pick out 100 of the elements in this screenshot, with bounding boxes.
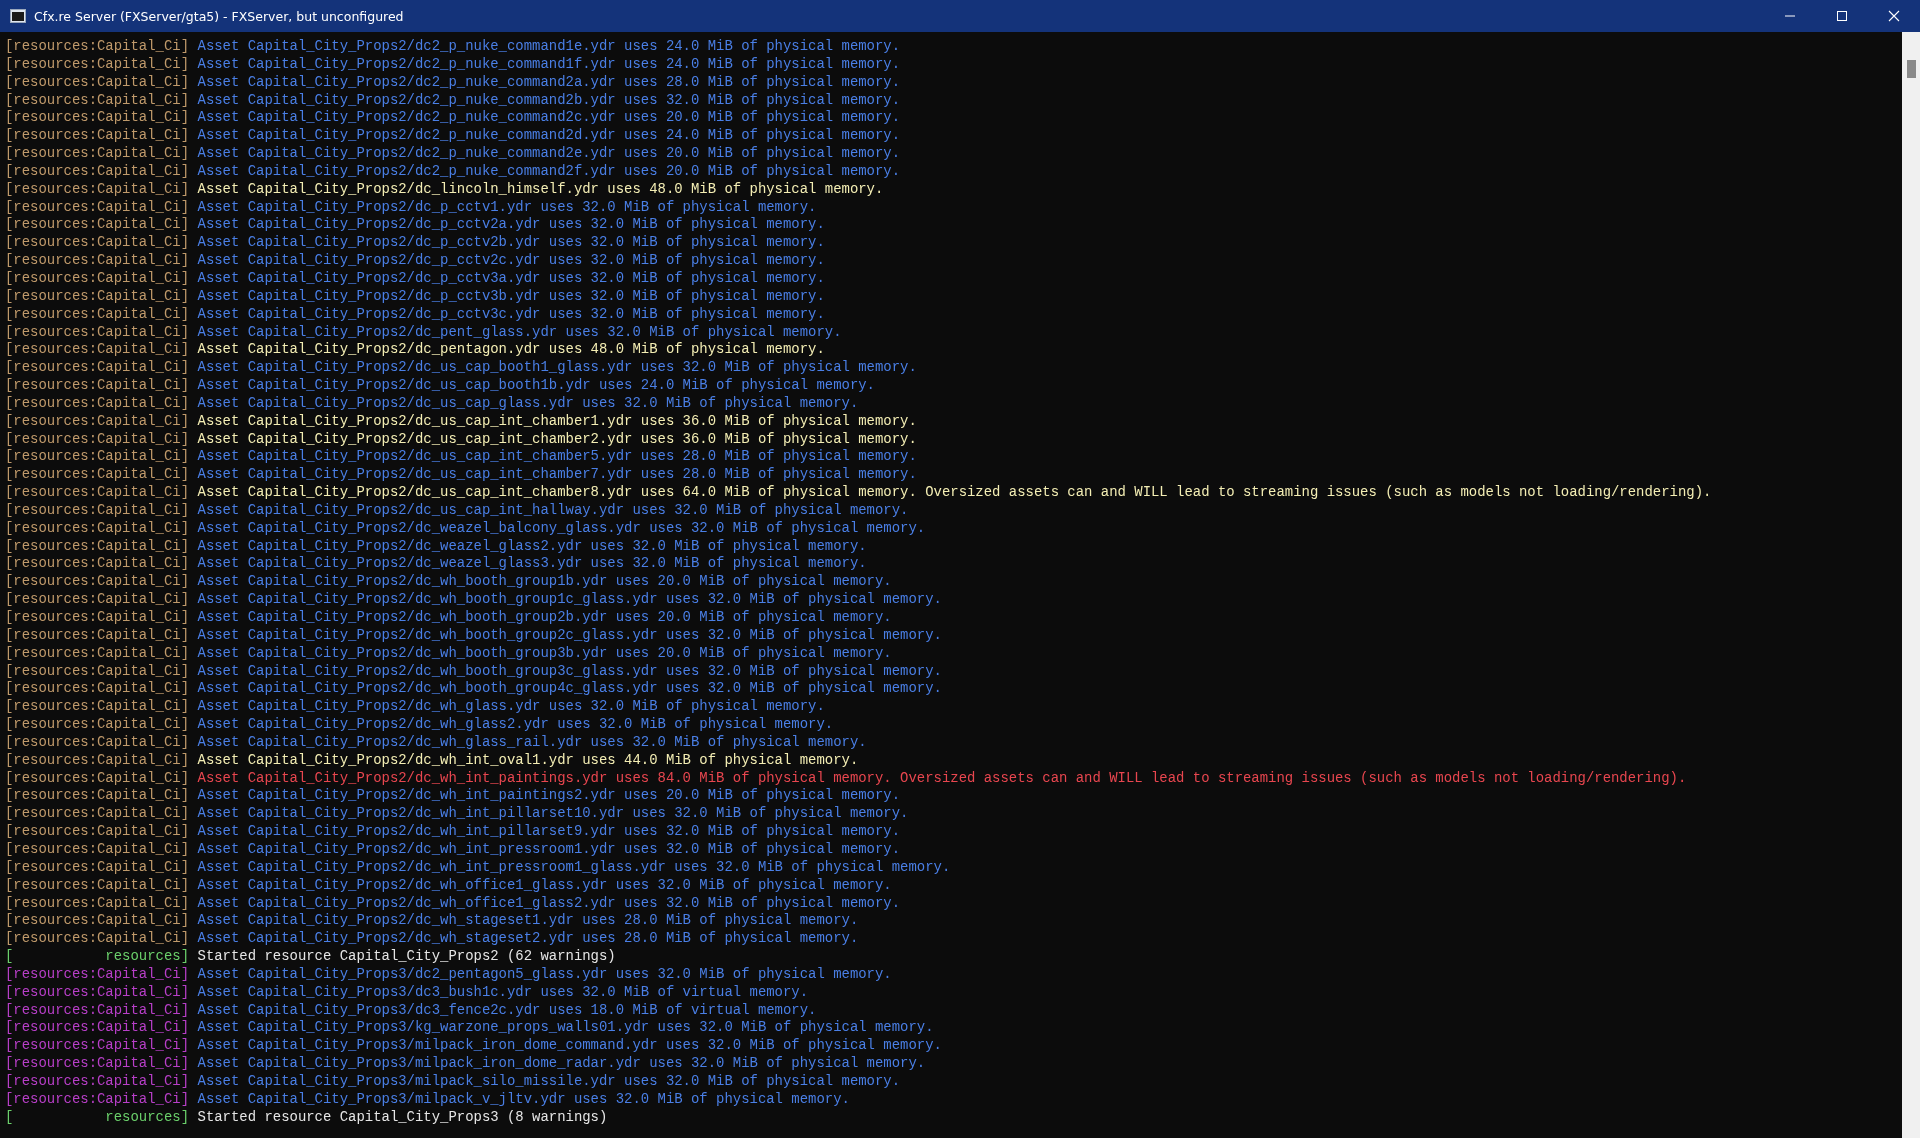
log-message: Asset Capital_City_Props2/dc_weazel_glass2.ydr uses 32.0 MiB of physical memory. (197, 537, 867, 556)
log-source: [resources:Capital_Ci] (5, 573, 189, 592)
log-source: [resources:Capital_Ci] (5, 323, 189, 342)
log-source: [resources:Capital_Ci] (5, 198, 189, 217)
log-message: Asset Capital_City_Props3/dc3_fence2c.ydr uses 18.0 MiB of virtual memory. (197, 1001, 817, 1020)
log-message: Asset Capital_City_Props2/dc_wh_booth_group2c_glass.ydr uses 32.0 MiB of physical memory. (197, 626, 942, 645)
log-source: [resources:Capital_Ci] (5, 127, 189, 146)
log-message: Asset Capital_City_Props2/dc_wh_office1_glass.ydr uses 32.0 MiB of physical memory. (197, 876, 892, 895)
log-message: Asset Capital_City_Props2/dc_wh_int_pillarset9.ydr uses 32.0 MiB of physical memory. (197, 823, 901, 841)
log-message: Asset Capital_City_Props2/dc_us_cap_glass.ydr uses 32.0 MiB of physical memory. (197, 394, 859, 413)
log-message: Asset Capital_City_Props3/milpack_iron_dome_radar.ydr uses 32.0 MiB of physical memory. (197, 1055, 926, 1073)
log-message: Asset Capital_City_Props2/dc_lincoln_himself.ydr uses 48.0 MiB of physical memory. (197, 180, 884, 199)
log-message: Asset Capital_City_Props2/dc2_p_nuke_command2a.ydr uses 28.0 MiB of physical memory. (197, 73, 901, 92)
log-source: [resources:Capital_Ci] (5, 680, 189, 699)
log-message: Asset Capital_City_Props2/dc_p_cctv1.ydr uses 32.0 MiB of physical memory. (197, 198, 817, 217)
log-source: [resources:Capital_Ci] (5, 662, 189, 681)
log-source: [resources:Capital_Ci] (5, 698, 189, 717)
log-message: Asset Capital_City_Props2/dc_wh_int_oval1.ydr uses 44.0 MiB of physical memory. (197, 751, 859, 770)
log-source: [resources:Capital_Ci] (5, 430, 189, 449)
log-source: [resources:Capital_Ci] (5, 1055, 189, 1073)
log-source: [resources:Capital_Ci] (5, 983, 189, 1002)
log-source: [resources:Capital_Ci] (5, 858, 189, 877)
log-message: Asset Capital_City_Props2/dc_p_cctv2b.ydr uses 32.0 MiB of physical memory. (197, 234, 825, 253)
log-source: [resources:Capital_Ci] (5, 484, 189, 502)
log-message: Asset Capital_City_Props2/dc_wh_booth_group2b.ydr uses 20.0 MiB of physical memory. (197, 609, 892, 627)
log-message: Asset Capital_City_Props2/dc_weazel_balcony_glass.ydr uses 32.0 MiB of physical memory. (197, 519, 926, 538)
log-message: Asset Capital_City_Props2/dc_wh_booth_group1c_glass.ydr uses 32.0 MiB of physical memory. (197, 591, 942, 609)
log-message: Asset Capital_City_Props2/dc_wh_int_paintings2.ydr uses 20.0 MiB of physical memory. (197, 787, 901, 806)
log-message: Asset Capital_City_Props2/dc_wh_booth_group3b.ydr uses 20.0 MiB of physical memory. (197, 644, 892, 663)
log-source: [resources:Capital_Ci] (5, 1090, 189, 1109)
log-source: [resources:Capital_Ci] (5, 609, 189, 627)
log-message: Asset Capital_City_Props2/dc2_p_nuke_command2e.ydr uses 20.0 MiB of physical memory. (197, 145, 901, 163)
log-source: [resources:Capital_Ci] (5, 1019, 189, 1038)
log-source: [resources:Capital_Ci] (5, 287, 189, 306)
log-message: Asset Capital_City_Props3/dc3_bush1c.ydr uses 32.0 MiB of virtual memory. (197, 983, 809, 1002)
log-message: Asset Capital_City_Props3/milpack_silo_missile.ydr uses 32.0 MiB of physical memory. (197, 1072, 901, 1091)
close-icon (1888, 10, 1900, 22)
scrollbar-thumb[interactable] (1906, 60, 1916, 78)
log-message: Asset Capital_City_Props3/kg_warzone_props_walls01.ydr uses 32.0 MiB of physical memory. (197, 1019, 934, 1038)
log-source: [resources:Capital_Ci] (5, 145, 189, 163)
log-message: Asset Capital_City_Props2/dc_us_cap_int_chamber5.ydr uses 28.0 MiB of physical memory. (197, 448, 917, 467)
log-message: Asset Capital_City_Props2/dc_us_cap_booth1_glass.ydr uses 32.0 MiB of physical memory. (197, 359, 917, 378)
log-source: [resources:Capital_Ci] (5, 751, 189, 770)
log-message: Asset Capital_City_Props2/dc_us_cap_int_hallway.ydr uses 32.0 MiB of physical memory. (197, 501, 909, 520)
log-source: [resources:Capital_Ci] (5, 894, 189, 913)
log-message: Asset Capital_City_Props2/dc_pentagon.ydr uses 48.0 MiB of physical memory. (197, 341, 825, 360)
log-message: Asset Capital_City_Props2/dc_wh_office1_glass2.ydr uses 32.0 MiB of physical memory. (197, 894, 901, 913)
log-source: [resources:Capital_Ci] (5, 965, 189, 984)
log-source: [resources:Capital_Ci] (5, 1037, 189, 1056)
log-message: Asset Capital_City_Props2/dc_p_cctv3b.ydr uses 32.0 MiB of physical memory. (197, 287, 825, 306)
log-message: Asset Capital_City_Props2/dc_wh_booth_group4c_glass.ydr uses 32.0 MiB of physical memory. (197, 680, 942, 699)
log-message: Asset Capital_City_Props2/dc_p_cctv2a.ydr uses 32.0 MiB of physical memory. (197, 216, 825, 235)
log-message: Asset Capital_City_Props2/dc_weazel_glass3.ydr uses 32.0 MiB of physical memory. (197, 555, 867, 574)
log-source: [resources:Capital_Ci] (5, 359, 189, 378)
log-source: [resources:Capital_Ci] (5, 448, 189, 467)
log-message: Asset Capital_City_Props2/dc_wh_glass.ydr uses 32.0 MiB of physical memory. (197, 698, 825, 717)
log-message: Started resource Capital_City_Props3 (8 warnings) (197, 1108, 608, 1127)
maximize-icon (1836, 10, 1848, 22)
log-source: [resources:Capital_Ci] (5, 519, 189, 538)
log-source: [resources:Capital_Ci] (5, 716, 189, 734)
log-source: [resources:Capital_Ci] (5, 38, 189, 56)
log-message: Asset Capital_City_Props2/dc_wh_int_paintings.ydr uses 84.0 MiB of physical memory. Oversized assets can and WILL lead to streaming issues (such as models not loading/rendering). (197, 769, 1687, 788)
log-source: [resources:Capital_Ci] (5, 787, 189, 806)
log-source: [resources:Capital_Ci] (5, 394, 189, 413)
log-message: Asset Capital_City_Props2/dc_wh_glass_rail.ydr uses 32.0 MiB of physical memory. (197, 733, 867, 752)
log-source: [resources:Capital_Ci] (5, 805, 189, 824)
log-source: [resources:Capital_Ci] (5, 412, 189, 431)
log-source: [resources:Capital_Ci] (5, 876, 189, 895)
log-message: Started resource Capital_City_Props2 (62 warnings) (197, 948, 616, 966)
log-source: [resources:Capital_Ci] (5, 91, 189, 110)
log-message: Asset Capital_City_Props2/dc_p_cctv3c.ydr uses 32.0 MiB of physical memory. (197, 305, 825, 324)
log-message: Asset Capital_City_Props2/dc2_p_nuke_command2f.ydr uses 20.0 MiB of physical memory. (197, 162, 901, 181)
log-source: [resources:Capital_Ci] (5, 912, 189, 931)
log-source: [resources:Capital_Ci] (5, 73, 189, 92)
log-source: [resources:Capital_Ci] (5, 252, 189, 270)
log-message: Asset Capital_City_Props2/dc2_p_nuke_command2c.ydr uses 20.0 MiB of physical memory. (197, 109, 901, 128)
log-message: Asset Capital_City_Props2/dc_us_cap_int_chamber7.ydr uses 28.0 MiB of physical memory. (197, 466, 917, 485)
log-source: [resources:Capital_Ci] (5, 930, 189, 949)
log-message: Asset Capital_City_Props2/dc_wh_stageset2.ydr uses 28.0 MiB of physical memory. (197, 930, 859, 949)
log-source: [resources:Capital_Ci] (5, 341, 189, 360)
log-source: [resources:Capital_Ci] (5, 55, 189, 74)
log-source: [resources:Capital_Ci] (5, 823, 189, 841)
log-source: [resources:Capital_Ci] (5, 769, 189, 788)
log-message: Asset Capital_City_Props2/dc_wh_stageset1.ydr uses 28.0 MiB of physical memory. (197, 912, 859, 931)
log-message: Asset Capital_City_Props2/dc_us_cap_int_chamber2.ydr uses 36.0 MiB of physical memory. (197, 430, 917, 449)
log-message: Asset Capital_City_Props2/dc_us_cap_booth1b.ydr uses 24.0 MiB of physical memory. (197, 377, 875, 395)
log-message: Asset Capital_City_Props2/dc_wh_int_pressroom1_glass.ydr uses 32.0 MiB of physical memory. (197, 858, 951, 877)
log-source: [ resources] (5, 948, 189, 966)
log-message: Asset Capital_City_Props3/dc2_pentagon5_glass.ydr uses 32.0 MiB of physical memory. (197, 965, 892, 984)
log-source: [resources:Capital_Ci] (5, 1001, 189, 1020)
log-message: Asset Capital_City_Props2/dc2_p_nuke_command2d.ydr uses 24.0 MiB of physical memory. (197, 127, 901, 146)
log-message: Asset Capital_City_Props2/dc_p_cctv2c.ydr uses 32.0 MiB of physical memory. (197, 252, 825, 270)
log-message: Asset Capital_City_Props3/milpack_v_jltv.ydr uses 32.0 MiB of physical memory. (197, 1090, 850, 1109)
log-source: [resources:Capital_Ci] (5, 644, 189, 663)
log-message: Asset Capital_City_Props2/dc_wh_int_pressroom1.ydr uses 32.0 MiB of physical memory. (197, 840, 901, 859)
log-message: Asset Capital_City_Props2/dc_p_cctv3a.ydr uses 32.0 MiB of physical memory. (197, 269, 825, 288)
log-message: Asset Capital_City_Props2/dc_wh_glass2.ydr uses 32.0 MiB of physical memory. (197, 716, 834, 734)
log-message: Asset Capital_City_Props2/dc_wh_int_pillarset10.ydr uses 32.0 MiB of physical memory. (197, 805, 909, 824)
log-source: [resources:Capital_Ci] (5, 1072, 189, 1091)
log-source: [resources:Capital_Ci] (5, 555, 189, 574)
